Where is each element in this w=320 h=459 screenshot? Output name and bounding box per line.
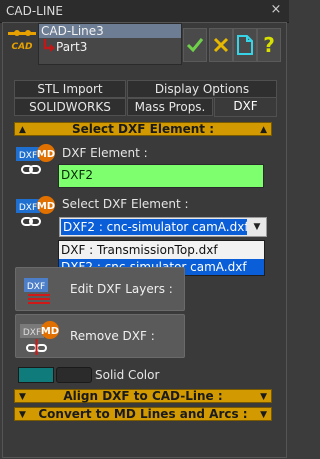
part-arrow-icon [43,39,55,52]
component-tree[interactable]: CAD-Line3 Part3 [38,23,182,65]
edit-dxf-layers-label: Edit DXF Layers : [70,282,173,296]
solid-color-toggle[interactable] [56,367,92,383]
edit-dxf-layers-button[interactable]: DXF Edit DXF Layers : [15,267,185,311]
collapse-triangle-icon: ▲ [260,125,267,135]
svg-text:DXF: DXF [27,282,45,292]
svg-text:DXF: DXF [19,203,37,213]
dxf-link-icon: DXF MD [16,144,55,174]
select-dxf-section-title: Select DXF Element : [72,122,214,136]
cross-icon [213,37,229,53]
svg-text:DXF: DXF [23,328,41,338]
color-swatch[interactable] [18,367,54,383]
help-icon: ? [263,33,275,57]
svg-text:DXF: DXF [19,151,37,161]
collapse-triangle-icon: ▲ [19,125,26,135]
select-dxf-section-header[interactable]: ▲ Select DXF Element : ▲ [14,122,272,136]
convert-md-section-title: Convert to MD Lines and Arcs : [38,407,248,421]
tab-stl-import[interactable]: STL Import [14,80,126,98]
expand-triangle-icon: ▼ [260,392,267,402]
remove-dxf-button[interactable]: DXF MD Remove DXF : [15,314,185,358]
close-icon[interactable]: × [269,3,283,17]
new-file-icon [237,35,253,55]
cad-line-icon: CAD [8,30,36,52]
svg-text:MD: MD [41,326,59,337]
select-dxf-element-dropdown[interactable]: DXF2 : cnc-simulator camA.dxf ▼ [59,217,267,237]
solid-color-label: Solid Color [95,368,160,382]
tree-item-cad-line3[interactable]: CAD-Line3 [41,24,104,38]
expand-triangle-icon: ▼ [260,410,267,420]
dropdown-selected-value: DXF2 : cnc-simulator camA.dxf [61,219,247,235]
tab-dxf[interactable]: DXF [214,97,277,117]
select-dxf-element-label: Select DXF Element : [62,197,189,211]
help-button[interactable]: ? [257,28,281,62]
expand-triangle-icon: ▼ [19,392,26,402]
tab-mass-props[interactable]: Mass Props. [127,98,213,116]
new-file-button[interactable] [233,28,257,62]
dropdown-option[interactable]: DXF : TransmissionTop.dxf [59,242,264,258]
align-dxf-section-title: Align DXF to CAD-Line : [63,389,223,403]
tree-item-part3[interactable]: Part3 [56,40,87,54]
svg-text:MD: MD [37,201,55,212]
chevron-down-icon[interactable]: ▼ [248,218,266,236]
confirm-button[interactable] [183,28,207,62]
window-title: CAD-LINE [6,4,63,18]
expand-triangle-icon: ▼ [19,410,26,420]
tab-display-options[interactable]: Display Options [127,80,277,98]
layers-icon: DXF [24,278,50,304]
dxf-element-label: DXF Element : [62,146,148,160]
cad-icon-label: CAD [11,42,33,52]
dxf-link-icon: DXF MD [16,196,55,226]
tab-solidworks[interactable]: SOLIDWORKS [14,98,126,116]
cancel-button[interactable] [209,28,233,62]
align-dxf-section-header[interactable]: ▼ Align DXF to CAD-Line : ▼ [14,389,272,403]
check-icon [186,38,204,53]
window-titlebar: CAD-LINE × [0,0,289,23]
dxf-element-field[interactable]: DXF2 [58,164,264,188]
svg-text:MD: MD [37,149,55,160]
remove-dxf-label: Remove DXF : [70,329,155,343]
convert-md-section-header[interactable]: ▼ Convert to MD Lines and Arcs : ▼ [14,407,272,421]
remove-dxf-icon: DXF MD [20,321,59,355]
